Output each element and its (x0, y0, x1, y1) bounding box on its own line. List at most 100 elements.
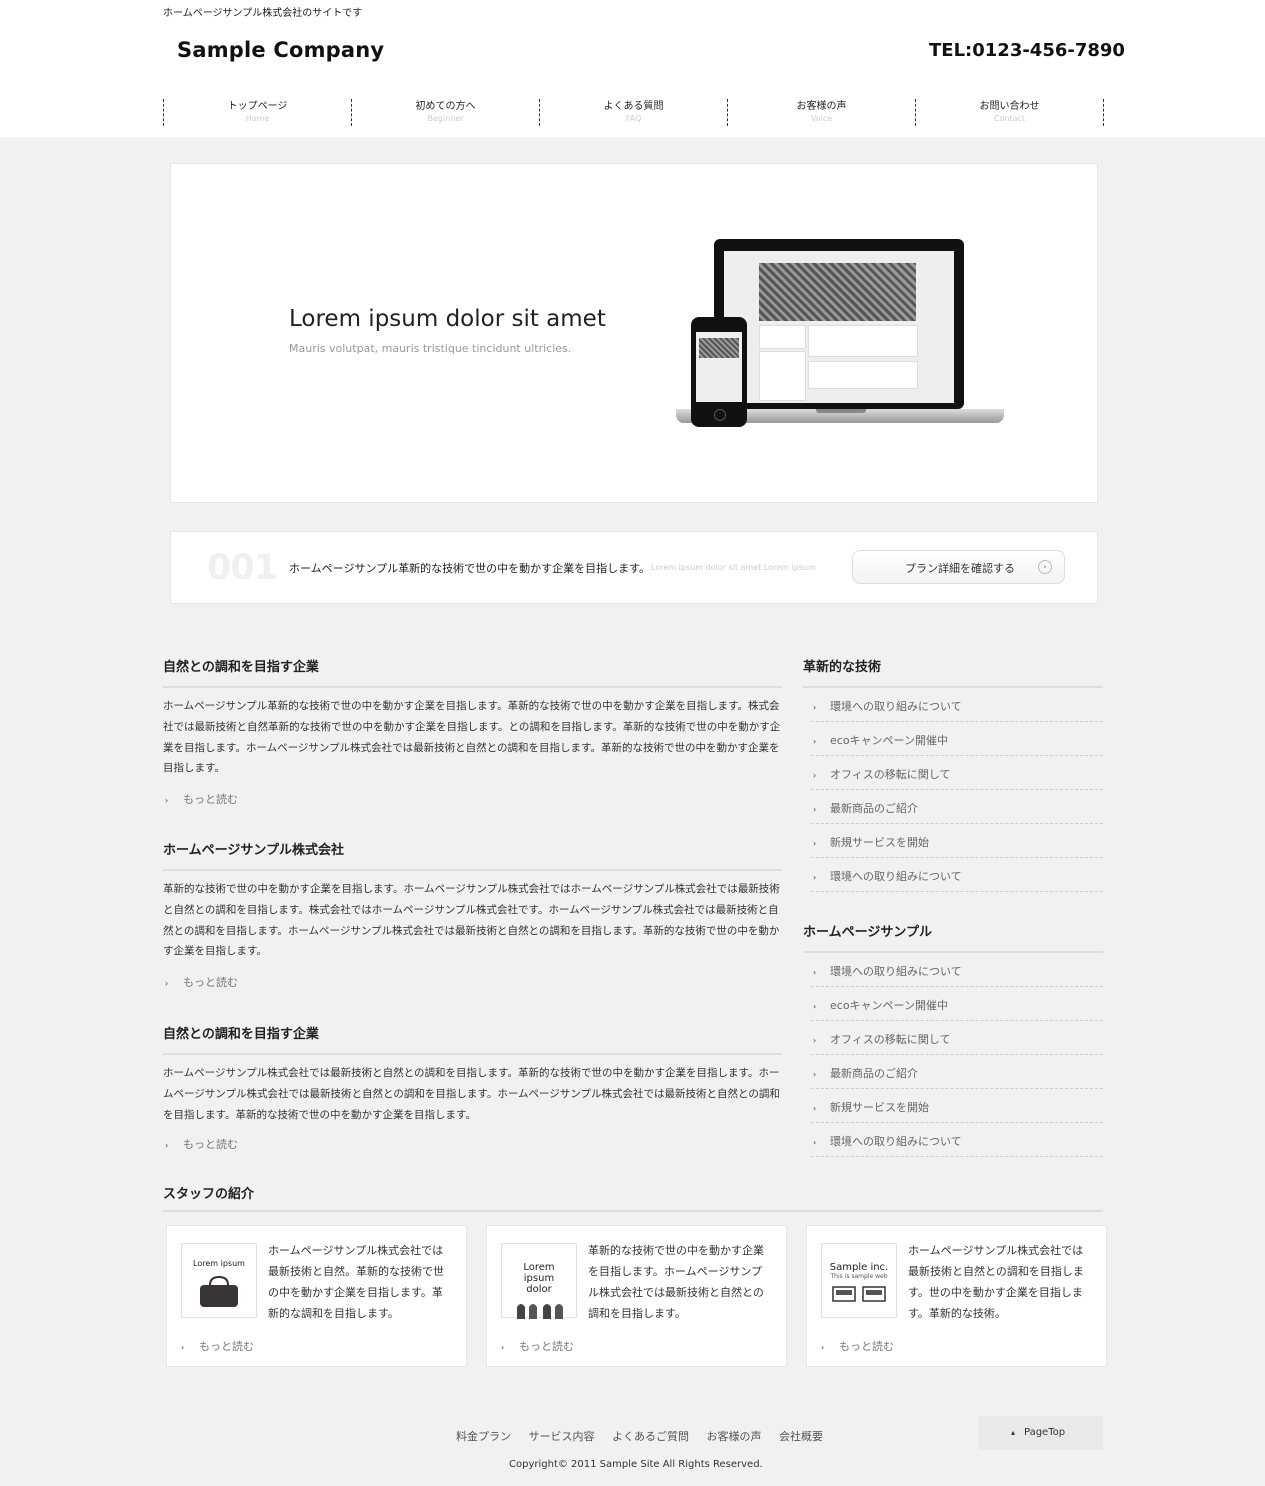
footer-link-company[interactable]: 会社概要 (779, 1430, 823, 1443)
nav-item-contact[interactable]: お問い合わせ Contact (916, 99, 1104, 126)
staff-thumbnail[interactable]: Lorem ipsum (181, 1243, 257, 1318)
thumbnail-subcaption: This is sample web (830, 1273, 888, 1280)
pagetop-label: PageTop (1024, 1427, 1066, 1438)
plan-number: 001 (207, 548, 278, 588)
staff-card-3: Sample inc. This is sample web ホームページサンプ… (806, 1225, 1107, 1367)
sidebar-link[interactable]: › 環境への取り組みについて (811, 688, 1103, 722)
read-more-label: もっと読む (839, 1340, 894, 1353)
read-more-label: もっと読む (199, 1340, 254, 1353)
read-more-label: もっと読む (183, 976, 238, 989)
article-title: ホームページサンプル株式会社 (163, 843, 344, 858)
nav-label: 初めての方へ (415, 101, 476, 112)
arrow-icon: › (181, 1343, 185, 1352)
nav-item-faq[interactable]: よくある質問 FAQ (540, 99, 728, 126)
sidebar-link-label: オフィスの移転に関して (830, 1033, 951, 1046)
arrow-icon: › (813, 873, 817, 882)
shoes-icon (517, 1304, 563, 1319)
arrow-icon: › (165, 1141, 169, 1150)
sidebar-link-label: 環境への取り組みについて (830, 965, 962, 978)
staff-thumbnail[interactable]: Sample inc. This is sample web (821, 1243, 897, 1318)
nav-sublabel: Home (245, 114, 270, 123)
thumbnail-caption: Lorem ipsum dolor (523, 1262, 555, 1295)
sidebar-link-label: オフィスの移転に関して (830, 768, 951, 781)
arrow-icon: › (813, 1138, 817, 1147)
sidebar-link-label: 環境への取り組みについて (830, 870, 962, 883)
read-more-link[interactable]: › もっと読む (821, 1338, 894, 1354)
sidebar-link[interactable]: › 新規サービスを開始 (811, 1089, 1103, 1123)
chevron-right-icon: › (1038, 560, 1052, 574)
read-more-link[interactable]: › もっと読む (165, 791, 238, 807)
nav-sublabel: Contact (993, 114, 1026, 123)
sidebar-title: 革新的な技術 (803, 660, 882, 675)
global-nav: トップページ Home 初めての方へ Beginner よくある質問 FAQ お… (163, 99, 1104, 126)
sidebar-link[interactable]: › 最新商品のご紹介 (811, 1055, 1103, 1089)
hero-banner: Lorem ipsum dolor sit amet Mauris volutp… (170, 163, 1098, 503)
article-title: 自然との調和を目指す企業 (163, 660, 319, 675)
sidebar-link[interactable]: › 環境への取り組みについて (811, 858, 1103, 892)
nav-item-beginner[interactable]: 初めての方へ Beginner (352, 99, 540, 126)
sidebar-link[interactable]: › オフィスの移転に関して (811, 1021, 1103, 1055)
sidebar-list: › 環境への取り組みについて › ecoキャンペーン開催中 › オフィスの移転に関して… (803, 953, 1103, 1157)
laptop-image (714, 239, 964, 409)
sidebar-link[interactable]: › 新規サービスを開始 (811, 824, 1103, 858)
footer-link-services[interactable]: サービス内容 (529, 1430, 595, 1443)
article-3: 自然との調和を目指す企業 ホームページサンプル株式会社では最新技術と自然との調和… (163, 1023, 782, 1125)
hero-subtitle: Mauris volutpat, mauris tristique tincid… (289, 342, 572, 355)
pagetop-button[interactable]: ▴ PageTop (978, 1416, 1103, 1450)
nav-item-voice[interactable]: お客様の声 Voice (728, 99, 916, 126)
footer-link-pricing[interactable]: 料金プラン (456, 1430, 511, 1443)
staff-section-title: スタッフの紹介 (163, 1187, 255, 1202)
nav-item-home[interactable]: トップページ Home (164, 99, 352, 126)
sidebar-link[interactable]: › ecoキャンペーン開催中 (811, 722, 1103, 756)
article-2: ホームページサンプル株式会社 革新的な技術で世の中を動かす企業を目指します。ホー… (163, 839, 782, 962)
sidebar-link[interactable]: › 環境への取り組みについて (811, 953, 1103, 987)
article-title: 自然との調和を目指す企業 (163, 1027, 319, 1042)
nav-label: よくある質問 (603, 101, 664, 112)
sidebar-link-label: 新規サービスを開始 (830, 836, 929, 849)
read-more-label: もっと読む (183, 793, 238, 806)
divider (163, 686, 782, 688)
plan-subtext: Lorem Ipsum dolor sit amet Lorem ipsum (651, 563, 816, 572)
staff-description: 革新的な技術で世の中を動かす企業を目指します。ホームページサンプル株式会社では最… (588, 1244, 764, 1320)
device-illustration (676, 239, 1006, 439)
nav-label: お問い合わせ (979, 101, 1040, 112)
sidebar-link[interactable]: › 環境への取り組みについて (811, 1123, 1103, 1157)
arrow-icon: › (165, 796, 169, 805)
sidebar-link-label: 最新商品のご紹介 (830, 802, 918, 815)
nav-sublabel: Beginner (427, 114, 464, 123)
chevron-up-icon: ▴ (1011, 1428, 1016, 1437)
sidebar-title: ホームページサンプル (803, 925, 932, 940)
read-more-link[interactable]: › もっと読む (165, 1136, 238, 1152)
sidebar-link[interactable]: › ecoキャンペーン開催中 (811, 987, 1103, 1021)
article-1: 自然との調和を目指す企業 ホームページサンプル革新的な技術で世の中を動かす企業を… (163, 656, 782, 779)
read-more-link[interactable]: › もっと読む (501, 1338, 574, 1354)
footer-link-faq[interactable]: よくあるご質問 (612, 1430, 689, 1443)
staff-description: ホームページサンプル株式会社では最新技術と自然との調和を目指します。世の中を動か… (908, 1244, 1084, 1320)
devices-icon (832, 1286, 886, 1302)
sidebar-link[interactable]: › 最新商品のご紹介 (811, 790, 1103, 824)
nav-label: トップページ (227, 101, 288, 112)
site-logo[interactable]: Sample Company (177, 38, 384, 62)
header: ホームページサンプル株式会社のサイトです Sample Company TEL:… (0, 0, 1265, 137)
sidebar-link[interactable]: › オフィスの移転に関して (811, 756, 1103, 790)
read-more-link[interactable]: › もっと読む (165, 974, 238, 990)
bag-icon (200, 1275, 238, 1307)
plan-details-button[interactable]: プラン詳細を確認する › (852, 550, 1065, 584)
read-more-label: もっと読む (519, 1340, 574, 1353)
sidebar-link-label: 環境への取り組みについて (830, 700, 962, 713)
sidebar-section-2: ホームページサンプル › 環境への取り組みについて › ecoキャンペーン開催中 ›… (803, 921, 1103, 1157)
article-body: 革新的な技術で世の中を動かす企業を目指します。ホームページサンプル株式会社ではホ… (163, 883, 780, 958)
sidebar-link-label: ecoキャンペーン開催中 (830, 734, 948, 747)
footer-link-voice[interactable]: お客様の声 (707, 1430, 762, 1443)
divider (163, 1053, 782, 1055)
staff-thumbnail[interactable]: Lorem ipsum dolor (501, 1243, 577, 1319)
arrow-icon: › (165, 979, 169, 988)
staff-card-1: Lorem ipsum ホームページサンプル株式会社では最新技術と自然。革新的な… (166, 1225, 467, 1367)
sidebar-link-label: 最新商品のご紹介 (830, 1067, 918, 1080)
article-body: ホームページサンプル革新的な技術で世の中を動かす企業を目指します。革新的な技術で… (163, 700, 781, 775)
footer-nav: 料金プラン サービス内容 よくあるご質問 お客様の声 会社概要 (456, 1428, 837, 1444)
nav-sublabel: FAQ (625, 114, 642, 123)
sidebar-section-1: 革新的な技術 › 環境への取り組みについて › ecoキャンペーン開催中 › オフィス… (803, 656, 1103, 892)
read-more-link[interactable]: › もっと読む (181, 1338, 254, 1354)
arrow-icon: › (821, 1343, 825, 1352)
